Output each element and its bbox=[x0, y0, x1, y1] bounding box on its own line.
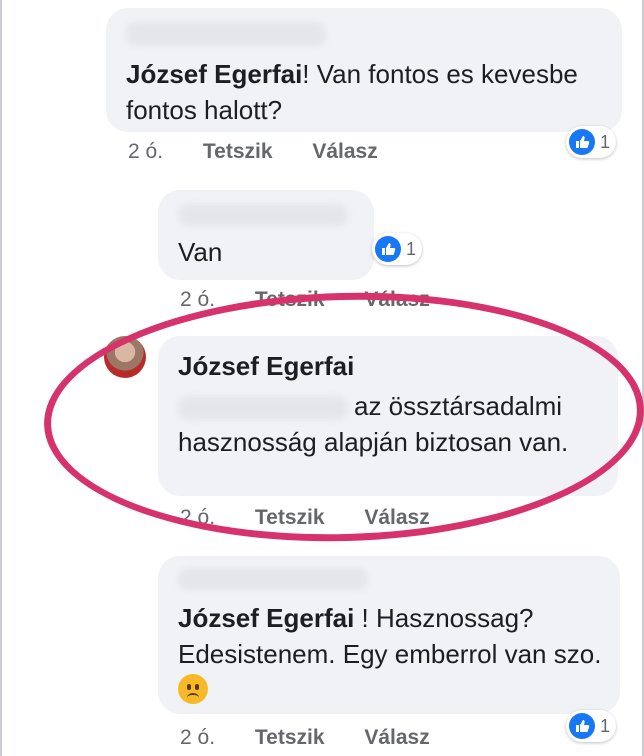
redacted-name bbox=[178, 204, 348, 226]
highlight-ellipse bbox=[40, 285, 644, 549]
comment-4-reaction-count: 1 bbox=[600, 715, 611, 736]
comment-1-meta: 2 ó. Tetszik Válasz bbox=[128, 140, 378, 164]
comment-1-reactions[interactable]: 1 bbox=[566, 126, 617, 158]
thumbs-up-icon bbox=[569, 713, 595, 739]
sad-face-emoji bbox=[178, 674, 208, 704]
comment-4-author[interactable]: József Egerfai bbox=[178, 603, 354, 633]
comment-2-text: Van bbox=[178, 237, 223, 267]
comment-4-like-button[interactable]: Tetszik bbox=[255, 726, 325, 749]
comment-1-time[interactable]: 2 ó. bbox=[128, 140, 163, 163]
thumbs-up-icon bbox=[375, 236, 401, 262]
comment-2-reaction-count: 1 bbox=[406, 238, 417, 259]
comment-2-time[interactable]: 2 ó. bbox=[180, 288, 215, 308]
comment-1-reply-button[interactable]: Válasz bbox=[312, 140, 377, 163]
comment-4-bubble: József Egerfai ! Hasznossag? Edesistenem… bbox=[158, 556, 620, 714]
comment-1-like-button[interactable]: Tetszik bbox=[203, 140, 273, 163]
comment-1-text: József Egerfai! Van fontos es kevesbe fo… bbox=[126, 56, 596, 128]
comment-2-reactions[interactable]: 1 bbox=[372, 233, 423, 265]
comment-2-bubble: Van bbox=[158, 190, 374, 280]
comment-4-reply-button[interactable]: Válasz bbox=[364, 726, 429, 749]
comment-4-text: József Egerfai ! Hasznossag? Edesistenem… bbox=[178, 600, 608, 708]
thumbs-up-icon bbox=[569, 129, 595, 155]
redacted-name bbox=[126, 22, 326, 46]
left-border bbox=[0, 0, 2, 756]
comment-4-meta: 2 ó. Tetszik Válasz bbox=[180, 726, 430, 750]
comment-1-reaction-count: 1 bbox=[600, 131, 611, 152]
comment-1-author[interactable]: József Egerfai bbox=[126, 59, 302, 89]
redacted-name bbox=[178, 568, 368, 590]
comment-4-reactions[interactable]: 1 bbox=[566, 710, 617, 742]
comment-4-time[interactable]: 2 ó. bbox=[180, 726, 215, 749]
comment-1-bubble: József Egerfai! Van fontos es kevesbe fo… bbox=[106, 8, 622, 132]
